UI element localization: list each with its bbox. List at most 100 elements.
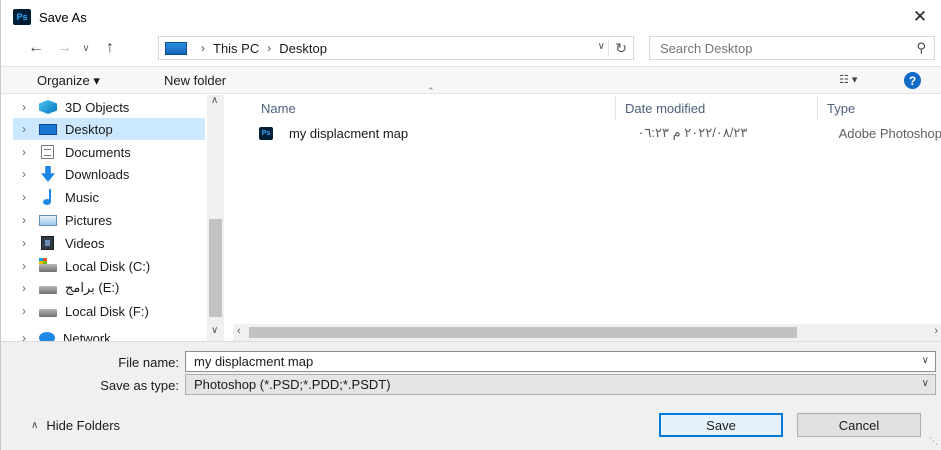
- nav-item-local-disk-c[interactable]: › Local Disk (C:): [15, 255, 205, 277]
- nav-item-label: برامج (E:): [65, 280, 120, 295]
- photoshop-logo-icon: Ps: [13, 9, 31, 25]
- file-name-input[interactable]: [194, 354, 894, 369]
- chevron-right-icon[interactable]: ›: [201, 41, 205, 55]
- network-icon: [39, 332, 55, 341]
- file-type: Adobe Photoshop: [838, 125, 941, 141]
- desktop-icon: [39, 123, 57, 135]
- scroll-up-icon[interactable]: ∧: [211, 95, 218, 106]
- column-header-type[interactable]: Type: [827, 96, 855, 120]
- address-dropdown-icon[interactable]: ∨: [598, 41, 605, 52]
- chevron-right-icon[interactable]: ›: [15, 167, 33, 181]
- nav-item-label: Downloads: [65, 166, 130, 182]
- nav-item-3d-objects[interactable]: › 3D Objects: [15, 96, 205, 118]
- chevron-right-icon[interactable]: ›: [267, 41, 271, 55]
- chevron-right-icon[interactable]: ›: [15, 304, 33, 318]
- close-button[interactable]: ✕: [908, 6, 932, 28]
- 3d-objects-icon: [39, 100, 57, 114]
- help-icon[interactable]: ?: [904, 72, 921, 89]
- save-as-type-label: Save as type:: [100, 378, 179, 393]
- this-pc-icon: [165, 41, 187, 55]
- search-input[interactable]: [660, 40, 890, 56]
- downloads-icon: [41, 166, 55, 182]
- breadcrumb-this-pc[interactable]: This PC: [213, 41, 259, 56]
- nav-item-music[interactable]: › Music: [15, 186, 205, 208]
- cancel-button[interactable]: Cancel: [797, 413, 921, 437]
- up-arrow-icon[interactable]: ↑: [99, 37, 121, 59]
- nav-item-downloads[interactable]: › Downloads: [15, 163, 205, 185]
- nav-item-label: Local Disk (C:): [65, 258, 151, 274]
- column-header-name[interactable]: Name: [261, 96, 296, 120]
- search-box[interactable]: ⚲: [649, 36, 935, 60]
- chevron-right-icon[interactable]: ›: [15, 145, 33, 159]
- file-name-field[interactable]: ∨: [185, 351, 936, 372]
- nav-item-disk-e[interactable]: › برامج (E:): [15, 277, 205, 299]
- navigation-pane[interactable]: › 3D Objects › Desktop › Documents › Dow…: [1, 95, 231, 341]
- scroll-right-icon[interactable]: ›: [934, 325, 938, 337]
- file-row[interactable]: Ps my displacment map ٢٠٢٢/٠٨/٢٣ م ٠٦:٢٣…: [259, 122, 941, 144]
- chevron-right-icon[interactable]: ›: [15, 331, 33, 341]
- breadcrumb-desktop[interactable]: Desktop: [279, 41, 327, 56]
- file-name-label: File name:: [118, 355, 179, 370]
- nav-item-desktop[interactable]: › Desktop: [13, 118, 205, 140]
- back-arrow-icon[interactable]: ←: [25, 37, 47, 59]
- scrollbar-thumb[interactable]: [209, 219, 222, 317]
- change-view-icon[interactable]: ☷ ▾: [839, 73, 857, 86]
- hide-folders-button[interactable]: ∧ Hide Folders: [31, 418, 120, 433]
- save-as-dialog: Ps Save As ✕ ← → ∨ ↑ › This PC › Desktop…: [0, 0, 941, 450]
- resize-grip-icon[interactable]: ⋱: [929, 436, 938, 447]
- address-bar-row: ← → ∨ ↑ › This PC › Desktop ∨ ↻ ⚲: [1, 34, 941, 62]
- nav-item-label: Documents: [65, 144, 131, 160]
- file-date-modified: ٢٠٢٢/٠٨/٢٣ م ٠٦:٢٣: [637, 125, 748, 140]
- forward-arrow-icon[interactable]: →: [53, 37, 75, 59]
- address-bar[interactable]: › This PC › Desktop ∨ ↻: [158, 36, 634, 60]
- navigation-pane-scrollbar[interactable]: ∧ ∨: [207, 95, 224, 341]
- chevron-down-icon[interactable]: ∨: [922, 355, 929, 366]
- documents-icon: [41, 145, 54, 159]
- new-folder-button[interactable]: New folder: [164, 73, 226, 88]
- file-name: my displacment map: [288, 125, 409, 141]
- nav-item-local-disk-f[interactable]: › Local Disk (F:): [15, 300, 205, 322]
- column-divider[interactable]: [615, 96, 616, 120]
- nav-item-label: Music: [65, 189, 99, 205]
- nav-item-label: 3D Objects: [65, 99, 130, 115]
- file-list-horizontal-scrollbar[interactable]: ‹ ›: [233, 324, 941, 341]
- chevron-up-icon: ∧: [31, 420, 39, 431]
- nav-item-pictures[interactable]: › Pictures: [15, 209, 205, 231]
- chevron-right-icon[interactable]: ›: [15, 281, 33, 295]
- pictures-icon: [39, 214, 57, 226]
- column-header-date-modified[interactable]: Date modified: [625, 96, 705, 120]
- videos-icon: [41, 236, 54, 250]
- nav-item-label: Videos: [65, 235, 105, 251]
- photoshop-file-icon: Ps: [259, 126, 273, 140]
- dialog-title: Save As: [39, 9, 87, 25]
- chevron-right-icon[interactable]: ›: [15, 100, 33, 114]
- nav-item-label: Desktop: [65, 121, 113, 137]
- nav-item-label: Pictures: [65, 212, 112, 228]
- nav-item-videos[interactable]: › Videos: [15, 232, 205, 254]
- chevron-down-icon[interactable]: ∨: [922, 378, 929, 389]
- nav-item-network[interactable]: › Network: [15, 327, 205, 341]
- system-disk-icon: [39, 258, 57, 272]
- chevron-right-icon[interactable]: ›: [15, 259, 33, 273]
- nav-item-label: Network: [63, 330, 111, 342]
- chevron-right-icon[interactable]: ›: [15, 122, 33, 136]
- column-divider[interactable]: [817, 96, 818, 120]
- refresh-icon[interactable]: ↻: [608, 39, 627, 57]
- search-icon[interactable]: ⚲: [916, 40, 926, 56]
- organize-button[interactable]: Organize ▾: [37, 73, 100, 89]
- recent-locations-chevron-icon[interactable]: ∨: [75, 37, 97, 59]
- command-toolbar: Organize ▾ New folder ☷ ▾ ?: [1, 66, 941, 94]
- scroll-down-icon[interactable]: ∨: [211, 325, 218, 336]
- chevron-right-icon[interactable]: ›: [15, 236, 33, 250]
- sort-ascending-icon: ⌃: [427, 86, 435, 96]
- save-as-type-select[interactable]: Photoshop (*.PSD;*.PDD;*.PSDT) ∨: [185, 374, 936, 395]
- disk-icon: [39, 309, 57, 317]
- nav-item-label: Local Disk (F:): [65, 303, 149, 319]
- chevron-right-icon[interactable]: ›: [15, 213, 33, 227]
- scroll-left-icon[interactable]: ‹: [237, 325, 241, 337]
- chevron-right-icon[interactable]: ›: [15, 190, 33, 204]
- title-bar: Ps Save As ✕: [1, 0, 941, 34]
- save-button[interactable]: Save: [659, 413, 783, 437]
- scrollbar-thumb[interactable]: [249, 327, 797, 338]
- nav-item-documents[interactable]: › Documents: [15, 141, 205, 163]
